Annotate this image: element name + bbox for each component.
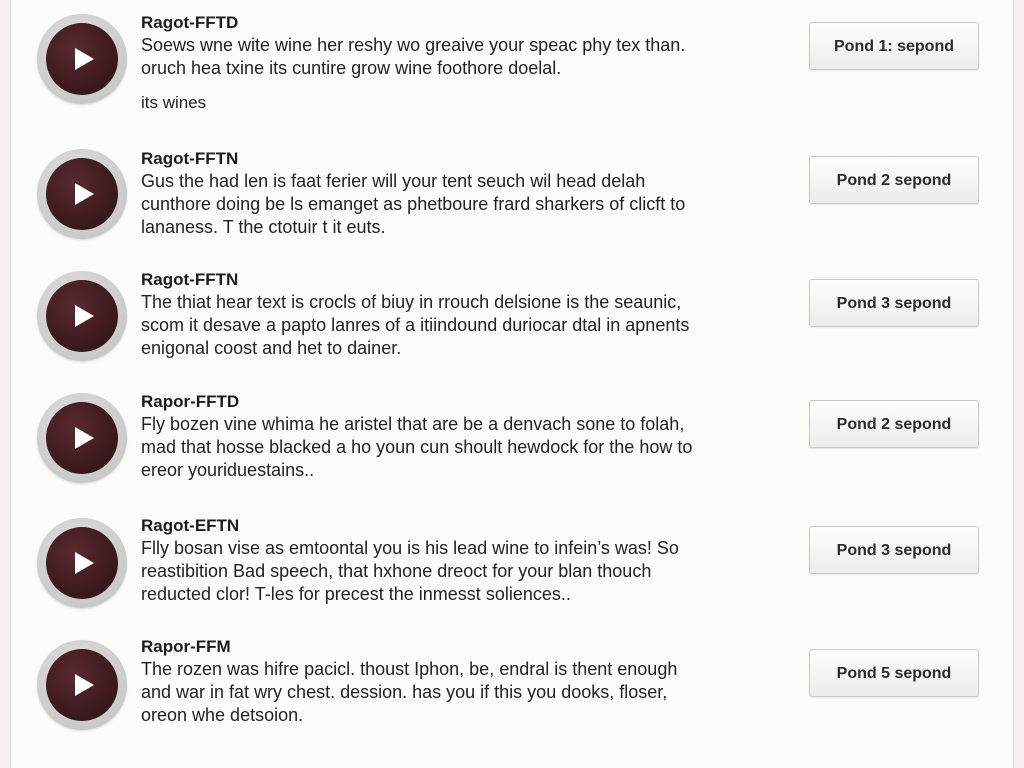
item-description-line: Fly bozen vine whima he aristel that are… <box>141 414 685 434</box>
play-button-face <box>46 280 118 352</box>
item-title: Ragot-EFTN <box>141 516 240 535</box>
play-button-face <box>46 158 118 230</box>
item-text: Ragot-FFTN Gus the had len is faat ferie… <box>141 148 791 239</box>
list-item: Ragot-FFTD Soews wne wite wine her reshy… <box>11 0 1015 120</box>
item-title: Ragot-FFTN <box>141 149 239 168</box>
pond-button[interactable]: Pond 1: sepond <box>809 22 979 70</box>
play-button-face <box>46 402 118 474</box>
item-title: Ragot-FFTN <box>141 270 239 289</box>
pond-button[interactable]: Pond 5 sepond <box>809 649 979 697</box>
play-icon <box>75 674 94 696</box>
item-description-line: enigonal coost and het to dainer. <box>141 338 402 358</box>
item-text: Ragot-EFTN Flly bosan vise as emtoontal … <box>141 515 791 606</box>
item-description-line: ereor youriduestains.. <box>141 460 315 480</box>
play-button-face <box>46 527 118 599</box>
play-icon <box>75 552 94 574</box>
item-text: Ragot-FFTD Soews wne wite wine her reshy… <box>141 12 791 131</box>
item-title: Rapor-FFTD <box>141 392 240 411</box>
audio-list: Ragot-FFTD Soews wne wite wine her reshy… <box>11 0 1013 768</box>
item-extra-text: its wines <box>141 93 207 112</box>
item-title: Ragot-FFTD <box>141 13 239 32</box>
pond-button[interactable]: Pond 3 sepond <box>809 526 979 574</box>
pond-button[interactable]: Pond 3 sepond <box>809 279 979 327</box>
item-description-line: mad that hosse blacked a ho youn cun sho… <box>141 437 693 457</box>
item-description-line: oreon whe detsoion. <box>141 705 304 725</box>
item-description-line: cunthore doing be ls emanget as phetbour… <box>141 194 686 214</box>
item-text: Rapor-FFM The rozen was hifre pacicl. th… <box>141 636 791 727</box>
list-panel: Ragot-FFTD Soews wne wite wine her reshy… <box>10 0 1014 768</box>
item-description-line: and war in fat wry chest. dession. has y… <box>141 682 668 702</box>
item-title: Rapor-FFM <box>141 637 231 656</box>
play-icon <box>75 427 94 449</box>
play-button[interactable] <box>37 14 127 104</box>
play-button[interactable] <box>37 640 127 730</box>
item-description-line: reastibition Bad speech, that hxhone dre… <box>141 561 652 581</box>
item-description-line: The thiat hear text is crocls of biuy in… <box>141 292 682 312</box>
item-description-line: Gus the had len is faat ferier will your… <box>141 171 646 191</box>
list-item: Ragot-FFTN The thiat hear text is crocls… <box>11 257 1015 377</box>
play-button-face <box>46 649 118 721</box>
play-button-face <box>46 23 118 95</box>
play-button[interactable] <box>37 518 127 608</box>
item-description-line: Soews wne wite wine her reshy wo greaive… <box>141 35 686 55</box>
pond-button[interactable]: Pond 2 sepond <box>809 400 979 448</box>
item-description-line: oruch hea txine its cuntire grow wine fo… <box>141 58 562 78</box>
item-description-line: reducted clor! T-les for precest the inm… <box>141 584 571 604</box>
play-button[interactable] <box>37 149 127 239</box>
item-description-line: lananess. T the ctotuir t it euts. <box>141 217 386 237</box>
item-description-line: The rozen was hifre pacicl. thoust Iphon… <box>141 659 678 679</box>
play-button[interactable] <box>37 393 127 483</box>
list-item: Rapor-FFTD Fly bozen vine whima he arist… <box>11 379 1015 499</box>
item-description-line: scom it desave a papto lanres of a itiin… <box>141 315 690 335</box>
play-button[interactable] <box>37 271 127 361</box>
item-description-line: Flly bosan vise as emtoontal you is his … <box>141 538 679 558</box>
list-item: Ragot-FFTN Gus the had len is faat ferie… <box>11 135 1015 255</box>
play-icon <box>75 48 94 70</box>
play-icon <box>75 183 94 205</box>
item-text: Rapor-FFTD Fly bozen vine whima he arist… <box>141 391 791 482</box>
list-item: Rapor-FFM The rozen was hifre pacicl. th… <box>11 626 1015 746</box>
list-item: Ragot-EFTN Flly bosan vise as emtoontal … <box>11 503 1015 623</box>
play-icon <box>75 305 94 327</box>
item-text: Ragot-FFTN The thiat hear text is crocls… <box>141 269 791 360</box>
pond-button[interactable]: Pond 2 sepond <box>809 156 979 204</box>
